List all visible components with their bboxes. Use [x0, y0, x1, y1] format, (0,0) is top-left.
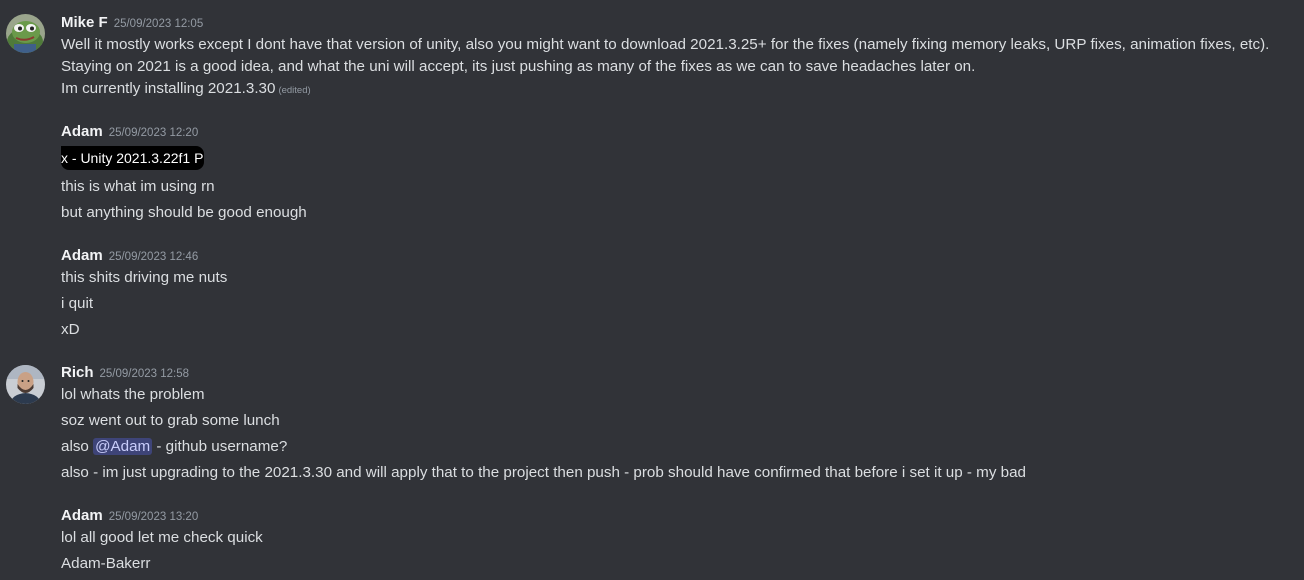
message-line: i quit [61, 295, 94, 312]
message-header: Adam 25/09/2023 13:20 [61, 507, 198, 527]
message-timestamp: 25/09/2023 13:20 [108, 511, 199, 523]
message-line: lol whats the problem [61, 386, 205, 403]
message-text: Im currently installing 2021.3.30 [61, 80, 276, 97]
author-name[interactable]: Adam [61, 247, 103, 264]
message-line: this shits driving me nuts [61, 269, 228, 286]
edited-label: (edited) [278, 85, 311, 96]
author-name[interactable]: Mike F [61, 14, 108, 31]
message-timestamp: 25/09/2023 12:58 [99, 368, 190, 380]
message-line: lol all good let me check quick [61, 529, 263, 546]
message-header: Adam 25/09/2023 12:20 [61, 123, 198, 143]
message-header: Adam 25/09/2023 12:46 [61, 247, 198, 267]
user-mention[interactable]: @Adam [93, 438, 153, 455]
message-header: Rich 25/09/2023 12:58 [61, 364, 189, 384]
message-line: also @Adam - github username? [61, 438, 287, 455]
message-line: Staying on 2021 is a good idea, and what… [61, 58, 976, 75]
message-text: - github username? [152, 438, 288, 455]
author-name[interactable]: Adam [61, 123, 103, 140]
person-avatar-icon[interactable] [6, 365, 45, 404]
message-timestamp: 25/09/2023 12:05 [113, 18, 204, 30]
message-line: also - im just upgrading to the 2021.3.3… [61, 464, 1026, 481]
message-line: Im currently installing 2021.3.30 (edited… [61, 80, 311, 97]
message-line: this is what im using rn [61, 178, 215, 195]
message-header: Mike F 25/09/2023 12:05 [61, 14, 203, 34]
message-line: Well it mostly works except I dont have … [61, 36, 1270, 53]
author-name[interactable]: Adam [61, 507, 103, 524]
message-line: Adam-Bakerr [61, 555, 151, 572]
frog-avatar-icon[interactable] [6, 14, 45, 53]
message-line: but anything should be good enough [61, 204, 307, 221]
message-line: soz went out to grab some lunch [61, 412, 280, 429]
message-text: also [61, 438, 94, 455]
chat-message-list: Mike F 25/09/2023 12:05 Well it mostly wo… [0, 0, 1304, 580]
message-timestamp: 25/09/2023 12:46 [108, 251, 199, 263]
attached-image-window-title[interactable]: x - Unity 2021.3.22f1 P [61, 146, 204, 170]
message-line: xD [61, 321, 80, 338]
message-timestamp: 25/09/2023 12:20 [108, 127, 199, 139]
author-name[interactable]: Rich [61, 364, 94, 381]
